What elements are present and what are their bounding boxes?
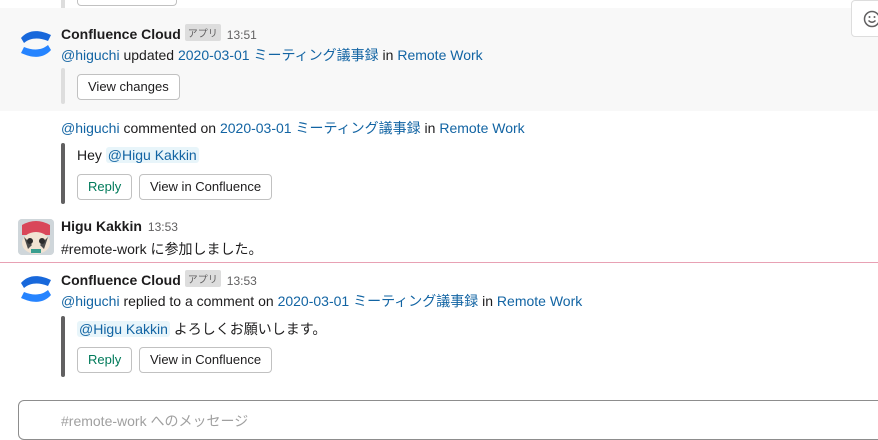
avatar[interactable] (18, 219, 54, 255)
message-composer[interactable]: #remote-work へのメッセージ (18, 400, 878, 440)
page-link[interactable]: 2020-03-01 ミーティング議事録 (278, 293, 479, 309)
confluence-logo-icon (18, 26, 54, 62)
previous-button-edge[interactable] (77, 0, 177, 6)
timestamp[interactable]: 13:53 (227, 274, 257, 288)
message-header: Confluence Cloudアプリ 13:51 (61, 24, 257, 42)
author-name[interactable]: Higu Kakkin (61, 218, 142, 234)
page-link[interactable]: 2020-03-01 ミーティング議事録 (178, 47, 379, 63)
user-mention-link[interactable]: @higuchi (61, 120, 120, 136)
app-badge: アプリ (185, 270, 221, 287)
comment-text: @Higu Kakkin よろしくお願いします。 (77, 319, 326, 339)
user-mention[interactable]: @Higu Kakkin (106, 147, 199, 163)
emoji-icon (863, 10, 878, 28)
message-body: @higuchi updated 2020-03-01 ミーティング議事録 in… (61, 45, 483, 65)
message-body: #remote-work に参加しました。 (61, 239, 262, 259)
user-mention-link[interactable]: @higuchi (61, 47, 120, 63)
confluence-logo-icon (18, 271, 54, 307)
message-body: @higuchi replied to a comment on 2020-03… (61, 291, 582, 311)
app-badge: アプリ (185, 24, 221, 41)
view-changes-button[interactable]: View changes (77, 74, 180, 100)
add-reaction-button[interactable] (851, 0, 878, 37)
reply-button[interactable]: Reply (77, 347, 132, 373)
attachment-bar (61, 143, 65, 204)
message-body: @higuchi commented on 2020-03-01 ミーティング議… (61, 118, 525, 138)
timestamp[interactable]: 13:53 (148, 220, 178, 234)
author-name[interactable]: Confluence Cloud (61, 272, 181, 288)
previous-attachment-bar (61, 0, 65, 8)
attachment-bar (61, 316, 65, 377)
message-header: Higu Kakkin 13:53 (61, 218, 178, 234)
reply-button[interactable]: Reply (77, 174, 132, 200)
view-in-confluence-button[interactable]: View in Confluence (139, 347, 272, 373)
view-in-confluence-button[interactable]: View in Confluence (139, 174, 272, 200)
space-link[interactable]: Remote Work (439, 120, 524, 136)
page-link[interactable]: 2020-03-01 ミーティング議事録 (220, 120, 421, 136)
comment-text: Hey @Higu Kakkin (77, 147, 199, 163)
new-messages-divider (0, 262, 878, 263)
message-header: Confluence Cloudアプリ 13:53 (61, 270, 257, 288)
author-name[interactable]: Confluence Cloud (61, 26, 181, 42)
space-link[interactable]: Remote Work (497, 293, 582, 309)
avatar-image-icon (18, 219, 54, 255)
user-mention-link[interactable]: @higuchi (61, 293, 120, 309)
attachment-bar (61, 68, 65, 104)
composer-placeholder: #remote-work へのメッセージ (61, 411, 248, 431)
space-link[interactable]: Remote Work (397, 47, 482, 63)
user-mention[interactable]: @Higu Kakkin (77, 321, 170, 337)
channel-name[interactable]: #remote-work (61, 241, 147, 257)
timestamp[interactable]: 13:51 (227, 28, 257, 42)
